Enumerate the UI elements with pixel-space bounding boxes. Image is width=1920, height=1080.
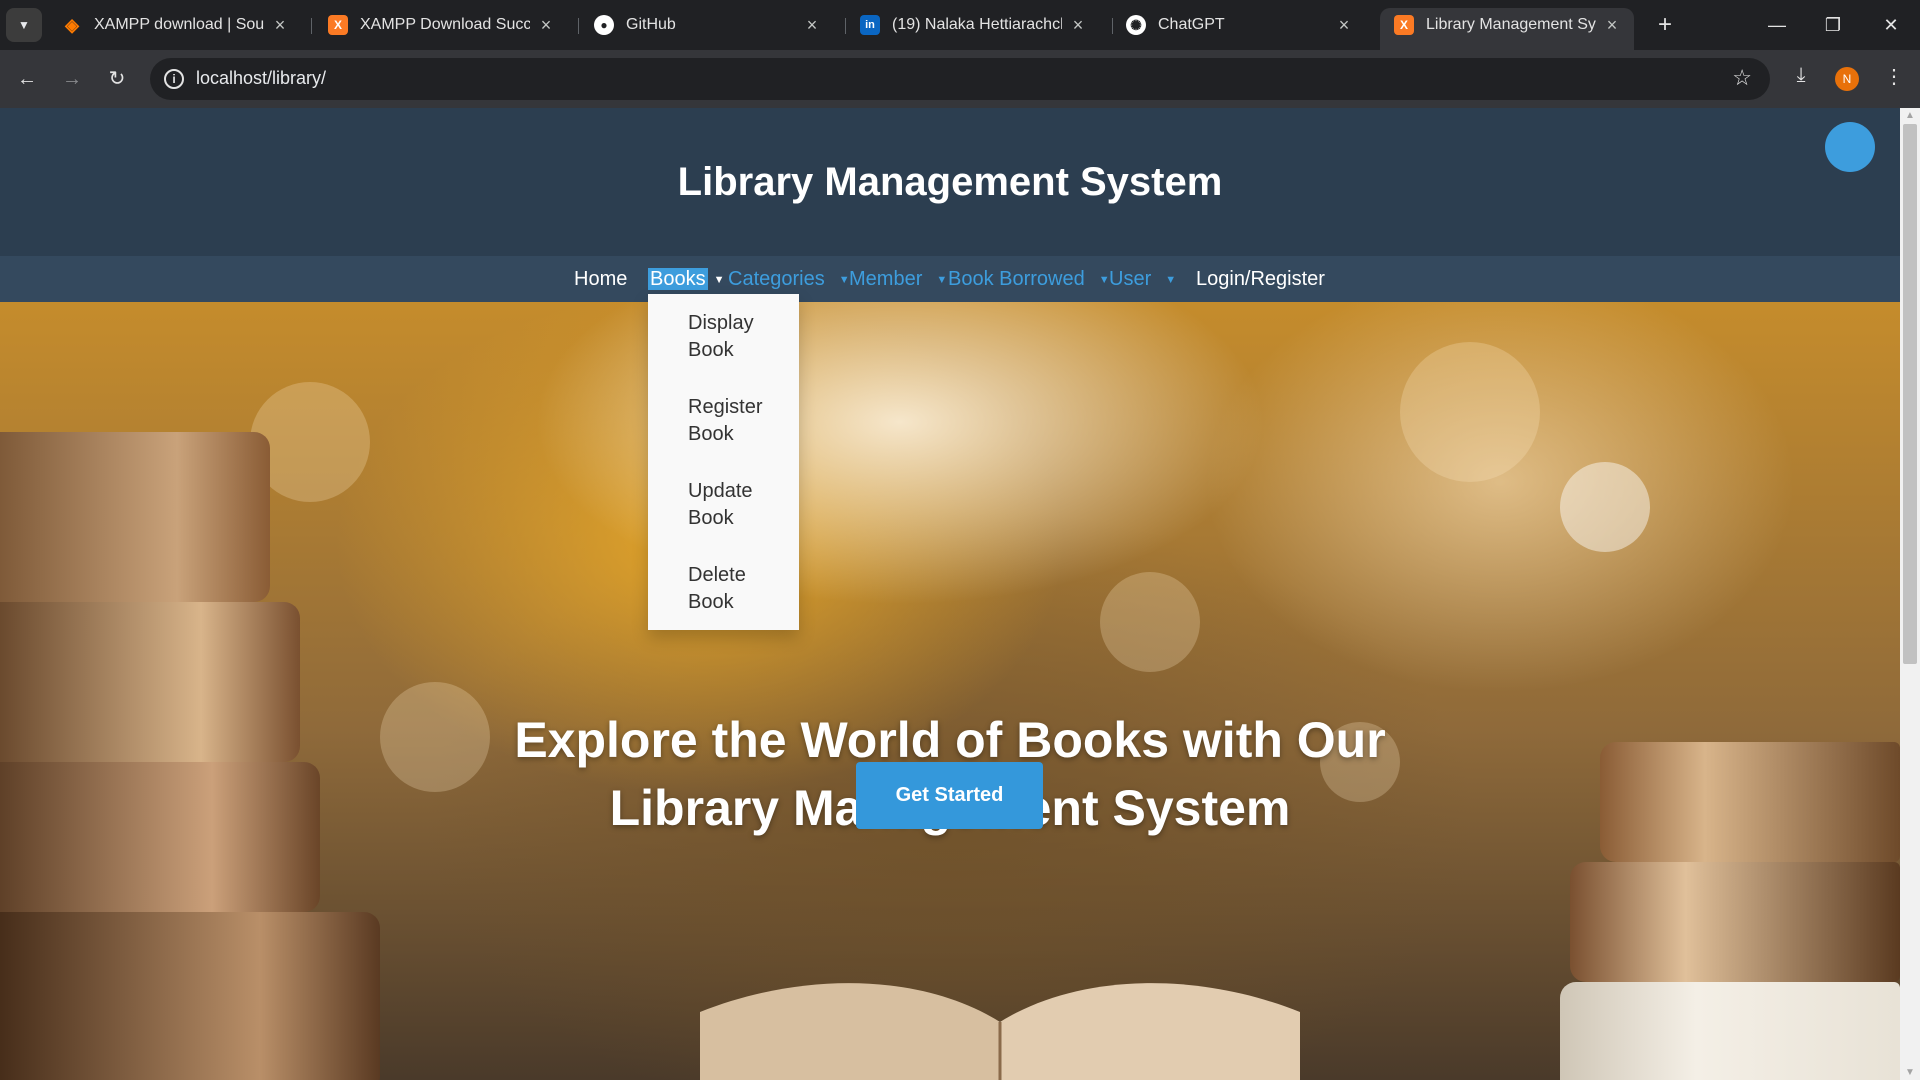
forward-icon[interactable]: → (55, 62, 89, 96)
close-icon[interactable]: × (1334, 15, 1354, 36)
get-started-button[interactable]: Get Started (856, 762, 1043, 829)
menu-kebab-icon[interactable]: ⋮ (1879, 64, 1909, 89)
site-header: Library Management System (0, 108, 1900, 256)
profile-avatar[interactable]: N (1835, 67, 1859, 91)
menu-item-register-book[interactable]: Register Book (648, 378, 799, 462)
tab-xampp-download[interactable]: X XAMPP Download Success × (314, 8, 568, 42)
sourceforge-icon: ◈ (65, 14, 79, 35)
books-dropdown-menu: Display Book Register Book Update Book D… (648, 294, 799, 630)
browser-toolbar: ← → ↻ i localhost/library/ ☆ ⤓ ⋮ (0, 50, 1920, 108)
tab-search-button[interactable]: ▼ (6, 8, 42, 42)
chatgpt-icon: ✺ (1126, 15, 1146, 35)
book-stack-right (1560, 742, 1900, 1080)
menu-item-delete-book[interactable]: Delete Book (648, 546, 799, 630)
site-info-icon[interactable]: i (164, 69, 184, 89)
tab-library-management-system[interactable]: X Library Management System × (1380, 8, 1634, 50)
caret-down-icon: ▼ (713, 273, 725, 286)
user-avatar[interactable] (1825, 122, 1875, 172)
close-icon[interactable]: × (1068, 15, 1088, 36)
close-icon[interactable]: × (270, 15, 290, 36)
open-book-image (700, 983, 1300, 1080)
hero-section: Explore the World of Books with Our Libr… (0, 302, 1900, 1080)
tab-separator (311, 18, 312, 34)
close-icon[interactable]: × (536, 15, 556, 36)
menu-item-update-book[interactable]: Update Book (648, 462, 799, 546)
caret-down-icon: ▼ (1098, 273, 1110, 286)
xampp-icon: X (328, 15, 348, 35)
nav-user[interactable]: User ▼ (1109, 256, 1176, 302)
address-bar[interactable]: i localhost/library/ ☆ (150, 58, 1770, 100)
bokeh-light (1100, 572, 1200, 672)
restore-icon[interactable]: ❐ (1804, 0, 1862, 50)
tab-linkedin[interactable]: in (19) Nalaka Hettiarachchi | LinkedIn … (846, 8, 1100, 42)
github-icon: ● (594, 15, 614, 35)
tab-separator (578, 18, 579, 34)
page-scrollbar[interactable]: ▲ ▼ (1900, 108, 1920, 1080)
bokeh-light (1560, 462, 1650, 552)
caret-down-icon: ▼ (838, 273, 850, 286)
main-nav: Home Books ▼ Categories ▼ Member ▼ Book Bor… (0, 256, 1900, 302)
site-title: Library Management System (677, 160, 1223, 204)
nav-book-borrowed[interactable]: Book Borrowed ▼ (948, 256, 1110, 302)
book-stack-left (0, 432, 380, 1080)
bokeh-light (1400, 342, 1540, 482)
minimize-icon[interactable]: — (1748, 0, 1806, 50)
linkedin-icon: in (860, 15, 880, 35)
new-tab-button[interactable]: + (1650, 10, 1680, 40)
menu-item-display-book[interactable]: Display Book (648, 294, 799, 378)
scrollbar-thumb[interactable] (1903, 124, 1917, 664)
close-icon[interactable]: × (1602, 15, 1622, 36)
close-icon[interactable]: × (802, 15, 822, 36)
back-icon[interactable]: ← (10, 62, 44, 96)
nav-member[interactable]: Member ▼ (849, 256, 947, 302)
url-text[interactable]: localhost/library/ (196, 68, 326, 89)
tab-xampp-sourceforge[interactable]: ◈ XAMPP download | SourceForge.net × (48, 8, 302, 42)
caret-down-icon: ▼ (936, 273, 948, 286)
xampp-icon: X (1394, 15, 1414, 35)
tab-github[interactable]: ● GitHub × (580, 8, 834, 42)
nav-login-register[interactable]: Login/Register (1196, 256, 1325, 302)
download-icon[interactable]: ⤓ (1786, 64, 1816, 87)
reload-icon[interactable]: ↻ (100, 62, 134, 96)
tab-strip: ▼ ◈ XAMPP download | SourceForge.net × X… (0, 0, 1920, 50)
web-page: Library Management System Home Books ▼ Ca… (0, 108, 1900, 1080)
close-window-icon[interactable]: ✕ (1862, 0, 1920, 50)
nav-home[interactable]: Home (574, 256, 627, 302)
scroll-up-icon[interactable]: ▲ (1904, 110, 1916, 121)
scroll-down-icon[interactable]: ▼ (1904, 1067, 1916, 1078)
bookmark-star-icon[interactable]: ☆ (1732, 65, 1752, 91)
chevron-down-icon: ▼ (18, 18, 30, 32)
caret-down-icon: ▼ (1165, 273, 1177, 286)
tab-chatgpt[interactable]: ✺ ChatGPT × (1112, 8, 1366, 42)
